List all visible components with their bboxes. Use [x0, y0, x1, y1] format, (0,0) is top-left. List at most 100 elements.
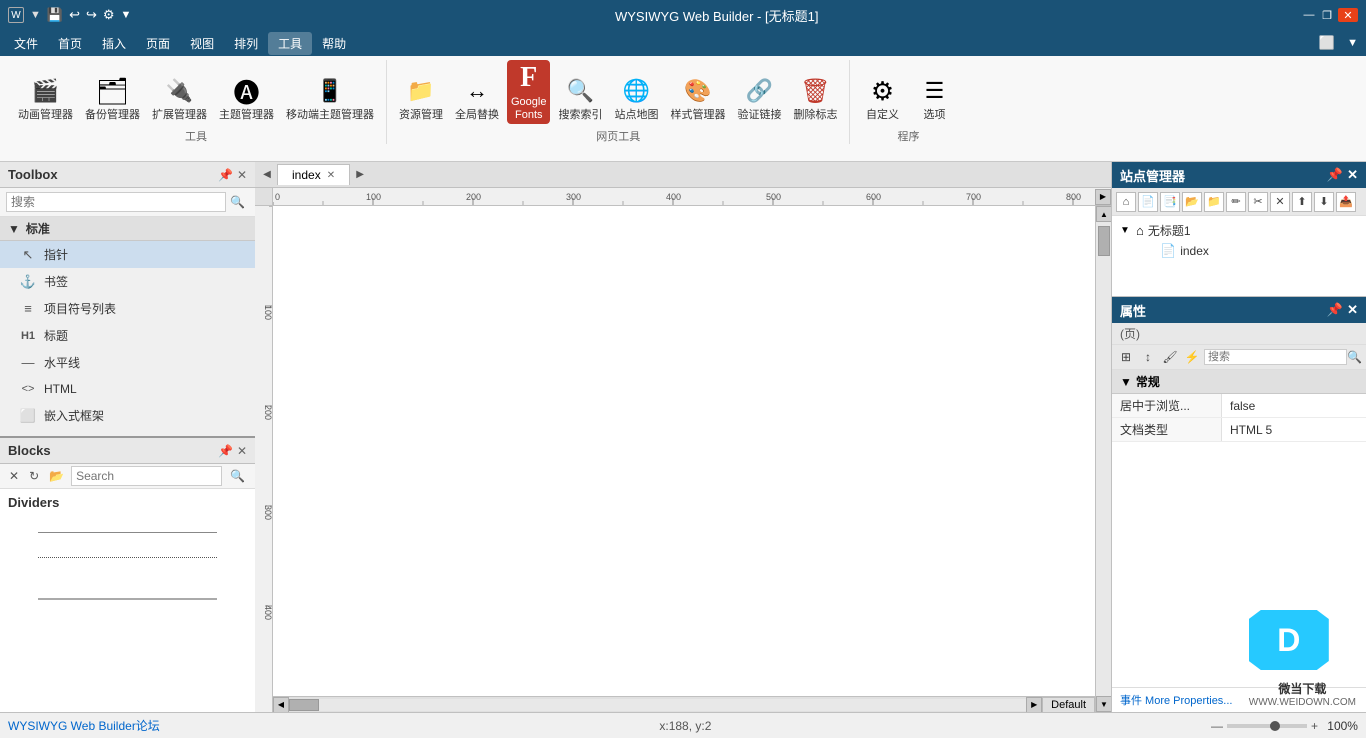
props-close-icon[interactable]: ✕: [1347, 302, 1358, 318]
ribbon-btn-options[interactable]: ☰ 选项: [910, 73, 958, 124]
sm-pin-icon[interactable]: 📌: [1327, 167, 1343, 183]
hscroll-thumb[interactable]: [289, 699, 319, 711]
ribbon-btn-animation[interactable]: 🎬 动画管理器: [14, 73, 77, 124]
props-icon-filter[interactable]: 🖌: [1160, 347, 1180, 367]
prop-section-general[interactable]: ▼ 常规: [1112, 370, 1366, 394]
qa-dropdown-icon[interactable]: ▼: [121, 9, 132, 21]
menu-arrange[interactable]: 排列: [224, 32, 268, 55]
vscroll-up-btn[interactable]: ▲: [1096, 206, 1111, 222]
blocks-delete-btn[interactable]: ✕: [6, 468, 22, 484]
sm-btn-1[interactable]: ⌂: [1116, 192, 1136, 212]
close-button[interactable]: ✕: [1338, 8, 1358, 22]
ribbon-btn-search-index[interactable]: 🔍 搜索索引: [554, 73, 606, 124]
toolbox-item-hr[interactable]: — 水平线: [0, 349, 255, 376]
menu-file[interactable]: 文件: [4, 32, 48, 55]
forum-link[interactable]: WYSIWYG Web Builder论坛: [8, 717, 160, 734]
blocks-close-icon[interactable]: ✕: [237, 444, 247, 458]
vscroll-track[interactable]: [1096, 222, 1111, 696]
sm-btn-11[interactable]: 📤: [1336, 192, 1356, 212]
qa-save-icon[interactable]: 💾: [47, 7, 63, 23]
vscroll-down-btn[interactable]: ▼: [1096, 696, 1111, 712]
menu-home[interactable]: 首页: [48, 32, 92, 55]
props-icon-grid[interactable]: ⊞: [1116, 347, 1136, 367]
ribbon-btn-validate-links[interactable]: 🔗 验证链接: [733, 73, 785, 124]
ribbon-btn-mobile-theme[interactable]: 📱 移动端主题管理器: [282, 73, 378, 124]
ribbon-btn-sitemap[interactable]: 🌐 站点地图: [610, 73, 662, 124]
quick-access-right[interactable]: ⬜: [1311, 35, 1343, 51]
sm-btn-4[interactable]: 📂: [1182, 192, 1202, 212]
canvas-tab-right-btn[interactable]: ▶: [352, 167, 368, 183]
ribbon-btn-remove-marks[interactable]: 🗑 删除标志: [789, 73, 841, 124]
menu-tools[interactable]: 工具: [268, 32, 312, 55]
qa-menu-icon[interactable]: ⚙: [103, 7, 115, 23]
toolbox-item-iframe[interactable]: ⬜ 嵌入式框架: [0, 402, 255, 429]
qa-undo-icon[interactable]: ↩: [69, 7, 80, 23]
sm-btn-7[interactable]: ✂: [1248, 192, 1268, 212]
toolbox-close-icon[interactable]: ✕: [237, 168, 247, 182]
tree-expand-root[interactable]: ▼: [1120, 225, 1132, 236]
toolbox-search-input[interactable]: [6, 192, 226, 212]
blocks-pin-icon[interactable]: 📌: [218, 444, 233, 458]
props-search-icon[interactable]: 🔍: [1347, 350, 1362, 364]
ribbon-btn-customize[interactable]: ⚙ 自定义: [858, 73, 906, 124]
hscroll-track[interactable]: [289, 699, 1026, 711]
hscroll-left-btn[interactable]: ◀: [273, 697, 289, 713]
properties-footer[interactable]: 事件 More Properties...: [1112, 687, 1366, 712]
toolbox-item-pointer[interactable]: ↖ 指针: [0, 241, 255, 268]
prop-value-center[interactable]: false: [1222, 396, 1366, 416]
canvas-tab-index[interactable]: index ✕: [277, 164, 350, 185]
zoom-in-button[interactable]: +: [1311, 719, 1318, 733]
page-button[interactable]: Default: [1042, 697, 1095, 713]
restore-button[interactable]: ❐: [1320, 8, 1334, 22]
sm-btn-10[interactable]: ⬇: [1314, 192, 1334, 212]
ribbon-btn-replace[interactable]: ↔ 全局替换: [451, 73, 503, 124]
qa-redo-icon[interactable]: ↪: [86, 7, 97, 23]
tree-item-index[interactable]: 📄 index: [1116, 241, 1362, 261]
props-icon-lightning[interactable]: ⚡: [1182, 347, 1202, 367]
ribbon-btn-extensions[interactable]: 🔌 扩展管理器: [148, 73, 211, 124]
ribbon-btn-theme[interactable]: 🅐 主题管理器: [215, 73, 278, 124]
tree-item-root[interactable]: ▼ ⌂ 无标题1: [1116, 220, 1362, 241]
props-icon-sort[interactable]: ↕: [1138, 347, 1158, 367]
menu-page[interactable]: 页面: [136, 32, 180, 55]
toolbox-item-html[interactable]: <> HTML: [0, 376, 255, 402]
canvas-viewport[interactable]: [273, 206, 1095, 696]
sm-btn-6[interactable]: ✏: [1226, 192, 1246, 212]
hscroll-right-btn[interactable]: ▶: [1026, 697, 1042, 713]
toolbox-search-button[interactable]: 🔍: [226, 193, 249, 211]
canvas-tab-left-btn[interactable]: ◀: [259, 167, 275, 183]
zoom-slider[interactable]: [1227, 724, 1307, 728]
zoom-out-button[interactable]: —: [1211, 719, 1223, 733]
toolbox-item-bookmark[interactable]: ⚓ 书签: [0, 268, 255, 295]
ribbon-btn-google-fonts[interactable]: F GoogleFonts: [507, 60, 550, 124]
toolbox-item-heading[interactable]: H1 标题: [0, 322, 255, 349]
toolbox-item-bullet-list[interactable]: ≡ 项目符号列表: [0, 295, 255, 322]
sm-btn-9[interactable]: ⬆: [1292, 192, 1312, 212]
vscroll-thumb[interactable]: [1098, 226, 1110, 256]
ribbon-btn-resources[interactable]: 📁 资源管理: [395, 73, 447, 124]
ribbon-btn-style-manager[interactable]: 🎨 样式管理器: [666, 73, 729, 124]
sm-close-icon[interactable]: ✕: [1347, 167, 1358, 183]
zoom-slider-thumb[interactable]: [1270, 721, 1280, 731]
blocks-search-input[interactable]: [71, 466, 222, 486]
minimize-button[interactable]: —: [1302, 8, 1316, 22]
menu-view[interactable]: 视图: [180, 32, 224, 55]
blocks-folder-btn[interactable]: 📂: [46, 468, 67, 484]
prop-value-doctype[interactable]: HTML 5: [1222, 420, 1366, 440]
blocks-search-button[interactable]: 🔍: [226, 467, 249, 485]
toolbox-pin-icon[interactable]: 📌: [218, 168, 233, 182]
menu-help[interactable]: 帮助: [312, 32, 356, 55]
canvas-tab-close-icon[interactable]: ✕: [327, 170, 335, 181]
sm-btn-5[interactable]: 📁: [1204, 192, 1224, 212]
blocks-refresh-btn[interactable]: ↻: [26, 468, 42, 484]
props-pin-icon[interactable]: 📌: [1327, 302, 1343, 318]
quick-access-right2[interactable]: ▼: [1343, 37, 1362, 49]
ribbon-btn-backup[interactable]: 🗂 备份管理器: [81, 73, 144, 124]
sm-btn-3[interactable]: 📑: [1160, 192, 1180, 212]
sm-btn-8[interactable]: ✕: [1270, 192, 1290, 212]
menu-insert[interactable]: 插入: [92, 32, 136, 55]
toolbox-section-standard[interactable]: ▼ 标准: [0, 217, 255, 241]
sm-btn-2[interactable]: 📄: [1138, 192, 1158, 212]
properties-search-input[interactable]: [1204, 349, 1347, 365]
ruler-right-scroll-btn[interactable]: ▶: [1095, 189, 1111, 205]
